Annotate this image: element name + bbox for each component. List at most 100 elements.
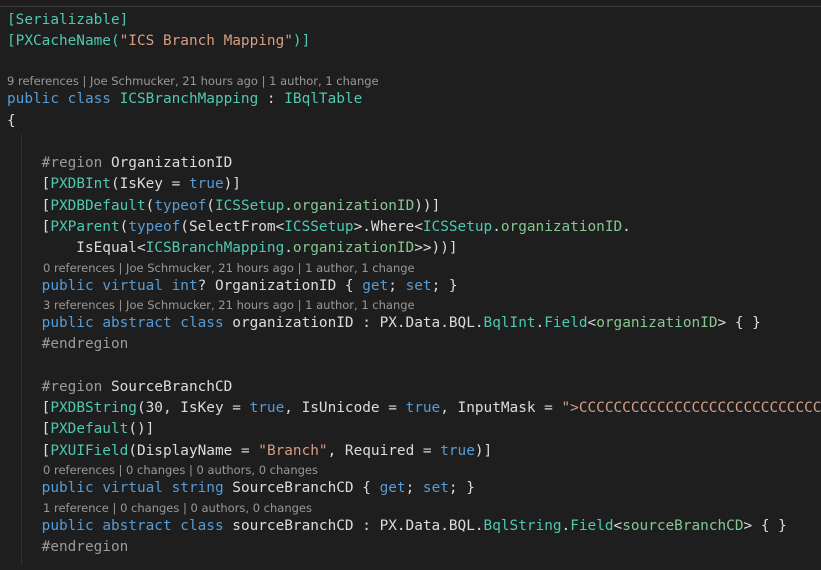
code-line-l18: public abstract class sourceBranchCD : P… [7,516,787,537]
code-token: [ [7,400,51,416]
code-token: SourceBranchCD { [232,480,380,496]
code-token: int [171,278,198,294]
code-token: ; [388,278,406,294]
code-token: . [622,219,631,235]
code-token: ICSSetup [214,198,285,214]
code-token: ICSSetup [284,219,354,235]
code-token: [ [7,219,51,235]
code-line-l4: { [7,111,16,132]
code-token: set [422,480,449,496]
code-token: class [67,91,120,107]
codelens-lens4[interactable]: 0 references | 0 changes | 0 authors, 0 … [43,462,318,478]
code-line-l7: [PXDBDefault(typeof(ICSSetup.organizatio… [7,196,441,217]
code-token: virtual [102,480,172,496]
code-token: < [587,315,597,331]
code-token: (SelectFrom< [180,219,285,235]
code-token: ICSSetup [422,219,493,235]
code-token: organizationID [596,315,718,331]
code-token: PXUIField [50,443,129,459]
code-token: abstract [102,315,181,331]
code-token: (DisplayName = [128,443,259,459]
code-token: IBqlTable [284,91,363,107]
code-token: organizationID [292,240,415,256]
code-token: ( [206,198,215,214]
code-token: [ [7,421,51,437]
code-token: organizationID [292,198,415,214]
code-token: BqlInt [483,315,536,331]
code-token: ; } [431,278,458,294]
code-token: )] [474,443,493,459]
code-token: [ [7,443,51,459]
editor-top-border [0,0,821,7]
code-token: (IsKey = [110,176,189,192]
code-token: OrganizationID [110,155,233,171]
code-token: abstract [102,518,181,534]
code-token: #endregion [7,336,129,352]
codelens-lens3[interactable]: 3 references | Joe Schmucker, 21 hours a… [43,297,415,313]
code-token: virtual [102,278,172,294]
code-token: ICSBranchMapping [145,240,285,256]
code-line-l16: [PXUIField(DisplayName = "Branch", Requi… [7,441,493,462]
code-token: ; } [448,480,475,496]
code-token: . [492,219,501,235]
code-token: IsEqual< [7,240,146,256]
code-token: public [7,480,103,496]
code-line-l6: [PXDBInt(IsKey = true)] [7,174,241,195]
code-token: >>))] [414,240,458,256]
code-token: > { } [743,518,787,534]
code-token: ICSBranchMapping [119,91,259,107]
code-token: . [535,315,545,331]
code-token: )] [223,176,241,192]
code-token: >.Where< [353,219,423,235]
code-token: BqlString [483,518,562,534]
code-token: Field [570,518,614,534]
code-token: PXDBDefault [50,198,146,214]
code-token: true [440,443,475,459]
code-line-l17: public virtual string SourceBranchCD { g… [7,478,475,499]
code-token: #endregion [7,539,129,555]
code-token: : [258,91,285,107]
code-token: [ [7,198,51,214]
code-token: , InputMask = [440,400,562,416]
code-token: get [379,480,406,496]
code-token: class [180,315,233,331]
code-line-l3: public class ICSBranchMapping : IBqlTabl… [7,89,362,110]
code-token: sourceBranchCD : PX.Data.BQL. [232,518,484,534]
code-token: , IsUnicode = [284,400,406,416]
code-token: , Required = [327,443,441,459]
codelens-lens5[interactable]: 1 reference | 0 changes | 0 authors, 0 c… [43,500,312,516]
code-token: . [561,518,571,534]
codelens-lens2[interactable]: 0 references | Joe Schmucker, 21 hours a… [43,260,415,276]
code-token: ()] [128,421,155,437]
code-token: ">CCCCCCCCCCCCCCCCCCCCCCCCCCCC [561,400,821,416]
code-token: [PXCacheName( [7,33,120,49]
code-line-l1: [Serializable] [7,10,128,31]
code-token: { [7,113,16,129]
code-token: SourceBranchCD [110,379,233,395]
code-token: public [7,518,103,534]
codelens-lens1[interactable]: 9 references | Joe Schmucker, 21 hours a… [7,73,379,89]
code-token: public [7,91,68,107]
code-line-l14: [PXDBString(30, IsKey = true, IsUnicode … [7,398,821,419]
code-token: PXParent [50,219,120,235]
code-line-l15: [PXDefault()] [7,419,155,440]
code-token: sourceBranchCD [622,518,744,534]
code-line-l9: IsEqual<ICSBranchMapping.organizationID>… [7,238,458,259]
code-token: "Branch" [258,443,328,459]
code-token: PXDefault [50,421,129,437]
code-token: . [284,240,293,256]
code-line-l13: #region SourceBranchCD [7,377,233,398]
code-token: organizationID : PX.Data.BQL. [232,315,484,331]
code-token: ))] [414,198,441,214]
code-token: typeof [128,219,181,235]
code-token: #region [7,155,111,171]
code-token: [Serializable] [7,12,129,28]
code-token: true [405,400,441,416]
code-editor[interactable]: [Serializable] [PXCacheName("ICS Branch M… [0,0,821,570]
code-token: organizationID [500,219,623,235]
code-token: class [180,518,233,534]
code-token: ( [145,198,155,214]
code-line-l8: [PXParent(typeof(SelectFrom<ICSSetup>.Wh… [7,217,631,238]
code-token: ? OrganizationID { [197,278,363,294]
code-line-l19: #endregion [7,537,129,558]
